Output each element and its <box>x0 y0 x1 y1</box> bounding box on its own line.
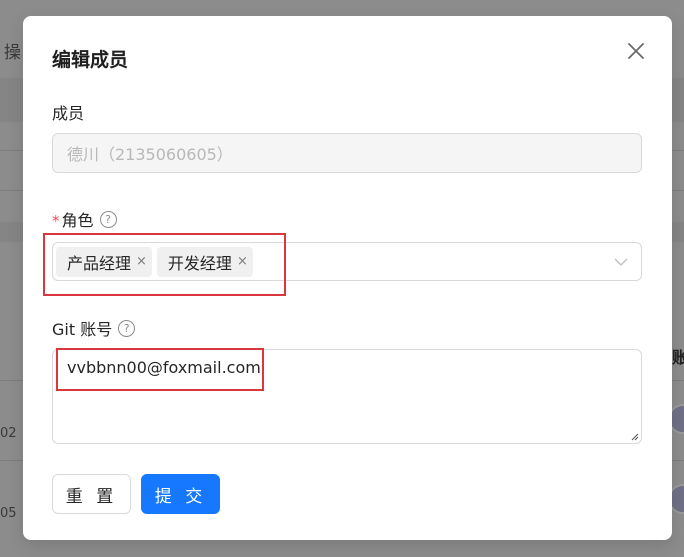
role-tag-label: 产品经理 <box>67 253 132 273</box>
git-account-value: vvbbnn00@foxmail.com <box>67 358 261 377</box>
member-label-text: 成员 <box>52 104 85 123</box>
role-tag: 开发经理 × <box>156 246 253 277</box>
member-input-value: 德川（2135060605） <box>67 145 233 164</box>
chevron-down-icon <box>614 258 628 266</box>
git-label-text: Git 账号 <box>52 320 113 339</box>
reset-button[interactable]: 重 置 <box>52 474 131 514</box>
close-icon <box>628 43 644 59</box>
edit-member-modal: 编辑成员 成员 德川（2135060605） * 角色 ? 产品经理 × 开发经理… <box>23 16 672 540</box>
question-circle-icon[interactable]: ? <box>118 319 136 337</box>
git-label: Git 账号 ? <box>52 316 136 340</box>
background-column-header: 账 <box>672 348 684 367</box>
resize-handle-icon[interactable] <box>629 431 639 441</box>
close-button[interactable] <box>623 38 649 64</box>
modal-title: 编辑成员 <box>52 49 129 71</box>
submit-button[interactable]: 提 交 <box>141 474 220 514</box>
background-column-header: 操 <box>4 43 21 63</box>
role-label: * 角色 ? <box>52 207 117 231</box>
role-label-text: 角色 <box>61 211 94 230</box>
tag-close-icon[interactable]: × <box>136 254 147 269</box>
role-select[interactable]: 产品经理 × 开发经理 × <box>52 242 642 281</box>
member-label: 成员 <box>52 100 84 124</box>
background-cell-text: 05 <box>0 506 17 521</box>
question-circle-icon[interactable]: ? <box>99 210 117 228</box>
member-input: 德川（2135060605） <box>52 133 642 173</box>
required-marker: * <box>52 212 60 230</box>
background-cell-text: 02 <box>0 426 17 441</box>
role-tag-label: 开发经理 <box>167 253 232 273</box>
role-tag: 产品经理 × <box>56 246 152 277</box>
tag-close-icon[interactable]: × <box>237 254 248 269</box>
git-account-textarea[interactable]: vvbbnn00@foxmail.com <box>52 349 642 444</box>
